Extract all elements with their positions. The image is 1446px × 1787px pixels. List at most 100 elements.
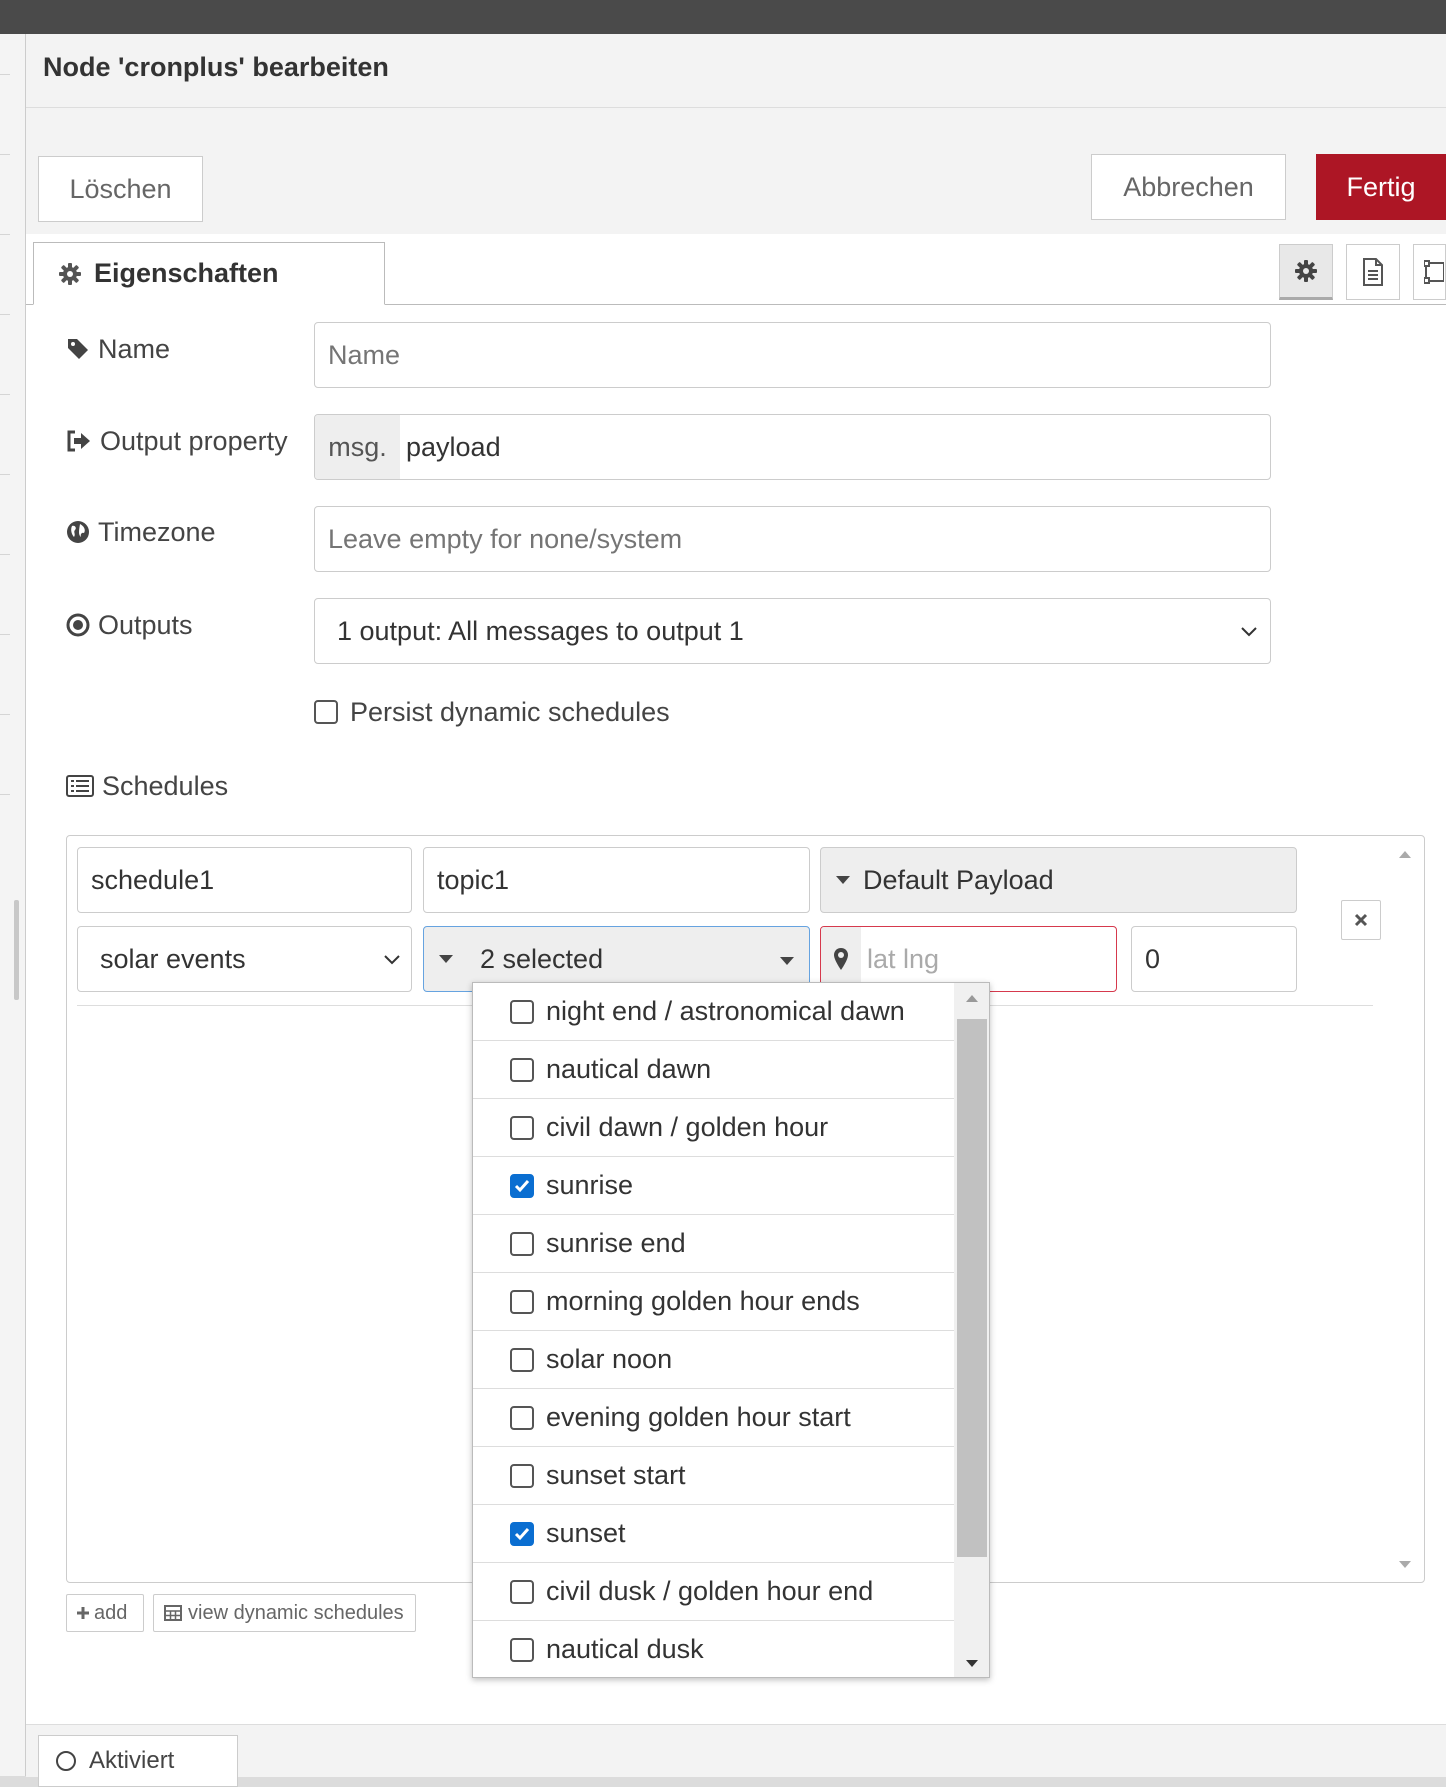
grid-tick xyxy=(0,234,10,235)
schedule-name-input[interactable]: schedule1 xyxy=(77,847,412,913)
chevron-down-icon xyxy=(384,955,400,965)
option-checkbox[interactable] xyxy=(510,1115,534,1140)
list-item[interactable]: solar noon xyxy=(473,1331,954,1389)
grid-tick xyxy=(0,794,10,795)
dot-circle-icon xyxy=(66,613,90,637)
list-item[interactable]: sunrise xyxy=(473,1157,954,1215)
outputs-label-text: Outputs xyxy=(98,609,193,640)
dropdown-scrollbar[interactable] xyxy=(954,983,989,1677)
cancel-button[interactable]: Abbrechen xyxy=(1091,154,1286,220)
option-checkbox[interactable] xyxy=(510,1289,534,1314)
check-icon xyxy=(514,1179,530,1192)
list-item[interactable]: sunrise end xyxy=(473,1215,954,1273)
output-property-label-text: Output property xyxy=(100,425,288,456)
list-item[interactable]: sunset xyxy=(473,1505,954,1563)
scrollbar-thumb[interactable] xyxy=(957,1019,987,1557)
frame-icon xyxy=(1424,260,1444,284)
scroll-down-icon[interactable] xyxy=(965,1659,979,1669)
timezone-input[interactable] xyxy=(314,506,1271,572)
list-item[interactable]: nautical dawn xyxy=(473,1041,954,1099)
solar-events-dropdown: night end / astronomical dawn nautical d… xyxy=(472,982,990,1678)
name-label: Name xyxy=(66,332,170,366)
grid-tick xyxy=(0,314,10,315)
grid-tick xyxy=(0,474,10,475)
tab-properties[interactable]: Eigenschaften xyxy=(33,242,385,305)
enabled-toggle[interactable]: Aktiviert xyxy=(38,1735,238,1787)
schedules-label-text: Schedules xyxy=(102,770,229,801)
caret-down-icon xyxy=(836,876,850,884)
gear-icon xyxy=(1295,260,1317,282)
offset-input[interactable]: 0 xyxy=(1131,926,1297,992)
workspace-edge xyxy=(0,34,26,1776)
grid-tick xyxy=(0,634,10,635)
schedule-topic-input[interactable]: topic1 xyxy=(423,847,810,913)
option-checkbox[interactable] xyxy=(510,1405,534,1430)
check-icon xyxy=(514,1527,530,1540)
list-item[interactable]: civil dusk / golden hour end xyxy=(473,1563,954,1621)
option-label: sunrise end xyxy=(546,1228,686,1258)
add-schedule-button[interactable]: add xyxy=(66,1594,144,1632)
scroll-down-icon[interactable] xyxy=(1398,1560,1412,1570)
editor-topbar xyxy=(0,0,1446,34)
tray-toolbar: Löschen Abbrechen Fertig xyxy=(26,108,1446,235)
option-label: nautical dawn xyxy=(546,1054,712,1084)
caret-down-icon xyxy=(439,955,453,963)
list-item[interactable]: night end / astronomical dawn xyxy=(473,983,954,1041)
list-item[interactable]: evening golden hour start xyxy=(473,1389,954,1447)
persist-option[interactable]: Persist dynamic schedules xyxy=(314,694,670,730)
option-checkbox[interactable] xyxy=(510,999,534,1024)
option-label: evening golden hour start xyxy=(546,1402,851,1432)
tab-properties-label: Eigenschaften xyxy=(94,258,279,288)
remove-schedule-button[interactable] xyxy=(1341,900,1381,940)
list-item[interactable]: civil dawn / golden hour xyxy=(473,1099,954,1157)
option-label: civil dawn / golden hour xyxy=(546,1112,829,1142)
event-type-select[interactable]: solar events xyxy=(77,926,412,992)
output-property-input[interactable]: msg. payload xyxy=(314,414,1271,480)
tab-settings[interactable] xyxy=(1279,244,1333,300)
option-checkbox[interactable] xyxy=(510,1173,534,1198)
option-label: sunset start xyxy=(546,1460,686,1490)
outputs-label: Outputs xyxy=(66,608,193,642)
done-button[interactable]: Fertig xyxy=(1316,154,1446,220)
list-item[interactable]: morning golden hour ends xyxy=(473,1273,954,1331)
tab-description[interactable] xyxy=(1346,244,1400,300)
scroll-up-icon[interactable] xyxy=(965,993,979,1003)
enabled-label: Aktiviert xyxy=(89,1747,175,1774)
option-checkbox[interactable] xyxy=(510,1347,534,1372)
globe-icon xyxy=(67,521,89,543)
delete-button[interactable]: Löschen xyxy=(38,156,203,222)
view-dynamic-schedules-button[interactable]: view dynamic schedules xyxy=(153,1594,416,1632)
tag-icon xyxy=(68,339,88,359)
caret-down-icon xyxy=(780,957,794,965)
option-checkbox[interactable] xyxy=(510,1463,534,1488)
view-dynamic-label: view dynamic schedules xyxy=(188,1601,404,1624)
resize-handle[interactable] xyxy=(14,900,19,1000)
table-icon xyxy=(164,1605,182,1621)
option-checkbox[interactable] xyxy=(510,1579,534,1604)
outputs-select-value: 1 output: All messages to output 1 xyxy=(337,615,744,646)
map-marker-icon xyxy=(834,948,848,970)
payload-type-button[interactable]: Default Payload xyxy=(820,847,1297,913)
event-type-value: solar events xyxy=(100,943,246,974)
msg-prefix[interactable]: msg. xyxy=(315,415,400,479)
persist-checkbox[interactable] xyxy=(314,700,338,724)
option-checkbox[interactable] xyxy=(510,1637,534,1662)
list-alt-icon xyxy=(66,775,94,797)
edit-tray: Node 'cronplus' bearbeiten Löschen Abbre… xyxy=(26,34,1446,1787)
option-label: solar noon xyxy=(546,1344,673,1374)
tab-appearance[interactable] xyxy=(1413,244,1446,300)
name-input[interactable] xyxy=(314,322,1271,388)
option-checkbox[interactable] xyxy=(510,1521,534,1546)
scroll-up-icon[interactable] xyxy=(1398,849,1412,859)
grid-tick xyxy=(0,74,10,75)
chevron-down-icon xyxy=(1241,627,1257,637)
list-item[interactable]: nautical dusk xyxy=(473,1621,954,1677)
plus-icon xyxy=(77,1607,89,1619)
outputs-select[interactable]: 1 output: All messages to output 1 xyxy=(314,598,1271,664)
option-checkbox[interactable] xyxy=(510,1231,534,1256)
tray-header: Node 'cronplus' bearbeiten xyxy=(26,34,1446,108)
list-item[interactable]: sunset start xyxy=(473,1447,954,1505)
option-checkbox[interactable] xyxy=(510,1057,534,1082)
option-label: sunrise xyxy=(546,1170,634,1200)
output-property-value[interactable]: payload xyxy=(400,432,501,463)
